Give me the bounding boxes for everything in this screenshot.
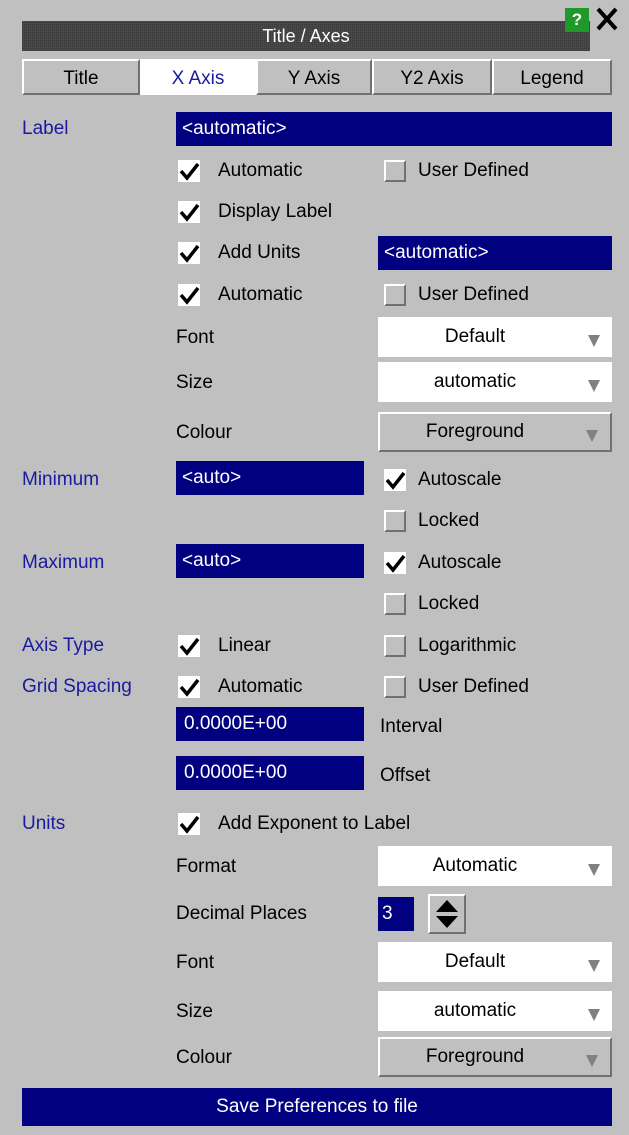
offset-label: Offset [380, 765, 431, 786]
minimum-input[interactable]: <auto> [176, 461, 364, 495]
grid-automatic-label: Automatic [218, 676, 303, 697]
decimal-places-label: Decimal Places [176, 903, 307, 924]
chevron-down-icon [584, 1039, 600, 1075]
label-user-defined-label: User Defined [418, 160, 529, 181]
chevron-down-icon [586, 317, 602, 357]
units-automatic-label: Automatic [218, 284, 303, 305]
units-size-label: Size [176, 1001, 213, 1022]
axis-type-heading: Axis Type [22, 635, 105, 656]
units-colour-label: Colour [176, 1047, 232, 1068]
grid-spacing-heading: Grid Spacing [22, 676, 132, 697]
interval-label: Interval [380, 716, 443, 737]
label-size-label: Size [176, 372, 213, 393]
format-dropdown[interactable]: Automatic [378, 846, 612, 886]
maximum-autoscale-checkbox[interactable] [384, 552, 406, 574]
logarithmic-label: Logarithmic [418, 635, 517, 656]
format-value: Automatic [432, 855, 518, 876]
label-automatic-label: Automatic [218, 160, 303, 181]
decimal-places-input[interactable]: 3 [378, 897, 414, 931]
units-automatic-checkbox[interactable] [178, 284, 200, 306]
label-font-value: Default [444, 326, 506, 347]
tab-x-axis[interactable]: X Axis [140, 59, 256, 95]
label-automatic-checkbox[interactable] [178, 160, 200, 182]
units-heading: Units [22, 813, 66, 834]
minimum-locked-checkbox[interactable] [384, 510, 406, 532]
minimum-autoscale-checkbox[interactable] [384, 469, 406, 491]
interval-input[interactable]: 0.0000E+00 [176, 707, 364, 741]
chevron-down-icon [586, 846, 602, 886]
save-preferences-button[interactable]: Save Preferences to file [22, 1088, 612, 1126]
units-font-label: Font [176, 952, 215, 973]
tab-title[interactable]: Title [22, 59, 140, 95]
units-size-value: automatic [433, 1000, 517, 1021]
label-input[interactable]: <automatic> [176, 112, 612, 146]
minimum-autoscale-label: Autoscale [418, 469, 502, 490]
label-user-defined-checkbox[interactable] [384, 160, 406, 182]
units-font-dropdown[interactable]: Default [378, 942, 612, 982]
label-size-dropdown[interactable]: automatic [378, 362, 612, 402]
grid-user-defined-checkbox[interactable] [384, 676, 406, 698]
help-button[interactable]: ? [565, 8, 589, 32]
display-label-checkbox[interactable] [178, 201, 200, 223]
linear-checkbox[interactable] [178, 635, 200, 657]
chevron-down-icon [586, 991, 602, 1031]
close-icon[interactable] [592, 3, 622, 35]
units-user-defined-checkbox[interactable] [384, 284, 406, 306]
add-units-checkbox[interactable] [178, 242, 200, 264]
tab-y2-axis[interactable]: Y2 Axis [372, 59, 492, 95]
offset-input[interactable]: 0.0000E+00 [176, 756, 364, 790]
grid-user-defined-label: User Defined [418, 676, 529, 697]
add-exponent-checkbox[interactable] [178, 813, 200, 835]
add-units-label: Add Units [218, 242, 301, 263]
tab-y-axis[interactable]: Y Axis [256, 59, 372, 95]
decimal-places-spinner[interactable] [428, 894, 466, 934]
units-font-value: Default [444, 951, 506, 972]
maximum-locked-label: Locked [418, 593, 480, 614]
label-heading: Label [22, 118, 69, 139]
label-colour-label: Colour [176, 422, 232, 443]
linear-label: Linear [218, 635, 271, 656]
logarithmic-checkbox[interactable] [384, 635, 406, 657]
label-colour-dropdown[interactable]: Foreground [378, 412, 612, 452]
window-title: Title / Axes [22, 21, 590, 51]
chevron-down-icon [584, 414, 600, 450]
tab-legend[interactable]: Legend [492, 59, 612, 95]
maximum-locked-checkbox[interactable] [384, 593, 406, 615]
add-exponent-label: Add Exponent to Label [218, 813, 411, 834]
label-colour-value: Foreground [425, 421, 525, 442]
units-label-input[interactable]: <automatic> [378, 236, 612, 270]
chevron-down-icon [586, 362, 602, 402]
maximum-heading: Maximum [22, 552, 105, 573]
spinner-arrows-icon [436, 900, 458, 928]
units-user-defined-label: User Defined [418, 284, 529, 305]
label-font-label: Font [176, 327, 215, 348]
display-label-label: Display Label [218, 201, 333, 222]
chevron-down-icon [586, 942, 602, 982]
label-font-dropdown[interactable]: Default [378, 317, 612, 357]
units-colour-value: Foreground [425, 1046, 525, 1067]
maximum-autoscale-label: Autoscale [418, 552, 502, 573]
grid-automatic-checkbox[interactable] [178, 676, 200, 698]
label-size-value: automatic [433, 371, 517, 392]
minimum-locked-label: Locked [418, 510, 480, 531]
units-colour-dropdown[interactable]: Foreground [378, 1037, 612, 1077]
units-size-dropdown[interactable]: automatic [378, 991, 612, 1031]
maximum-input[interactable]: <auto> [176, 544, 364, 578]
minimum-heading: Minimum [22, 469, 100, 490]
format-label: Format [176, 856, 237, 877]
